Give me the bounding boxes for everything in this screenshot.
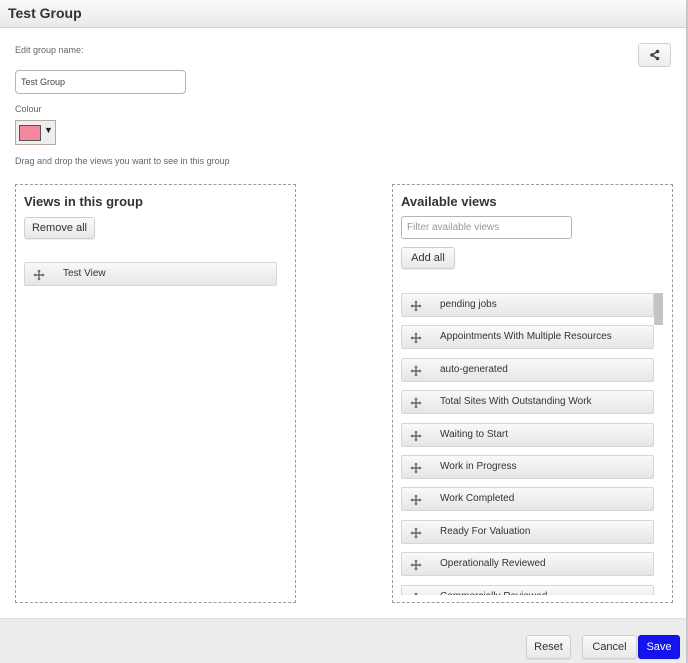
move-icon[interactable] bbox=[410, 331, 422, 344]
edit-group-name-label: Edit group name: bbox=[15, 45, 84, 55]
view-item[interactable]: Work in Progress bbox=[401, 455, 654, 479]
cancel-button[interactable]: Cancel bbox=[582, 635, 637, 659]
available-views-list[interactable]: pending jobs Appointments With Multiple R… bbox=[393, 293, 672, 595]
view-label: auto-generated bbox=[440, 363, 508, 375]
view-label: Total Sites With Outstanding Work bbox=[440, 396, 592, 408]
share-button[interactable] bbox=[638, 43, 671, 67]
caret-down-icon: ▼ bbox=[44, 125, 53, 135]
dialog-header: Test Group bbox=[0, 0, 686, 28]
filter-views-input[interactable] bbox=[401, 216, 572, 239]
view-item[interactable]: Appointments With Multiple Resources bbox=[401, 325, 654, 350]
scrollbar-thumb[interactable] bbox=[654, 293, 663, 325]
view-item[interactable]: auto-generated bbox=[401, 357, 654, 382]
add-all-button[interactable]: Add all bbox=[401, 247, 455, 269]
view-label: Test View bbox=[63, 268, 106, 279]
move-icon[interactable] bbox=[410, 493, 422, 506]
view-label: Work Completed bbox=[440, 493, 515, 505]
move-icon[interactable] bbox=[33, 268, 45, 281]
move-icon[interactable] bbox=[410, 591, 422, 595]
save-button[interactable]: Save bbox=[638, 635, 680, 659]
move-icon[interactable] bbox=[410, 396, 422, 409]
views-in-group-panel[interactable]: Views in this group Remove all Test View bbox=[15, 184, 296, 603]
view-label: pending jobs bbox=[440, 299, 497, 310]
colour-swatch bbox=[19, 125, 41, 141]
colour-picker[interactable]: ▼ bbox=[15, 120, 56, 145]
available-views-title: Available views bbox=[401, 194, 497, 209]
move-icon[interactable] bbox=[410, 299, 422, 312]
move-icon[interactable] bbox=[410, 429, 422, 442]
remove-all-button[interactable]: Remove all bbox=[24, 217, 95, 239]
move-icon[interactable] bbox=[410, 526, 422, 539]
view-item[interactable]: pending jobs bbox=[401, 293, 654, 317]
move-icon[interactable] bbox=[410, 461, 422, 474]
views-in-group-title: Views in this group bbox=[24, 194, 143, 209]
view-item[interactable]: Work Completed bbox=[401, 487, 654, 512]
view-label: Ready For Valuation bbox=[440, 525, 531, 537]
dialog-footer: Reset Cancel Save bbox=[0, 618, 686, 663]
view-label: Appointments With Multiple Resources bbox=[440, 331, 612, 343]
group-name-input[interactable] bbox=[15, 70, 186, 94]
move-icon[interactable] bbox=[410, 558, 422, 571]
reset-button[interactable]: Reset bbox=[526, 635, 571, 659]
share-icon bbox=[649, 49, 659, 61]
view-item[interactable]: Ready For Valuation bbox=[401, 519, 654, 544]
view-item[interactable]: Test View bbox=[24, 262, 277, 286]
view-item[interactable]: Operationally Reviewed bbox=[401, 552, 654, 577]
view-label: Operationally Reviewed bbox=[440, 558, 546, 570]
dialog-title: Test Group bbox=[8, 5, 82, 21]
move-icon[interactable] bbox=[410, 364, 422, 377]
view-label: Commercially Reviewed bbox=[440, 591, 547, 595]
view-item[interactable]: Commercially Reviewed bbox=[401, 584, 654, 595]
view-label: Waiting to Start bbox=[440, 428, 508, 440]
drag-drop-hint: Drag and drop the views you want to see … bbox=[15, 156, 230, 166]
colour-label: Colour bbox=[15, 104, 42, 114]
available-views-panel[interactable]: Available views Add all pending jobs Appo… bbox=[392, 184, 673, 603]
view-item[interactable]: Waiting to Start bbox=[401, 422, 654, 447]
view-item[interactable]: Total Sites With Outstanding Work bbox=[401, 390, 654, 415]
view-label: Work in Progress bbox=[440, 461, 517, 472]
